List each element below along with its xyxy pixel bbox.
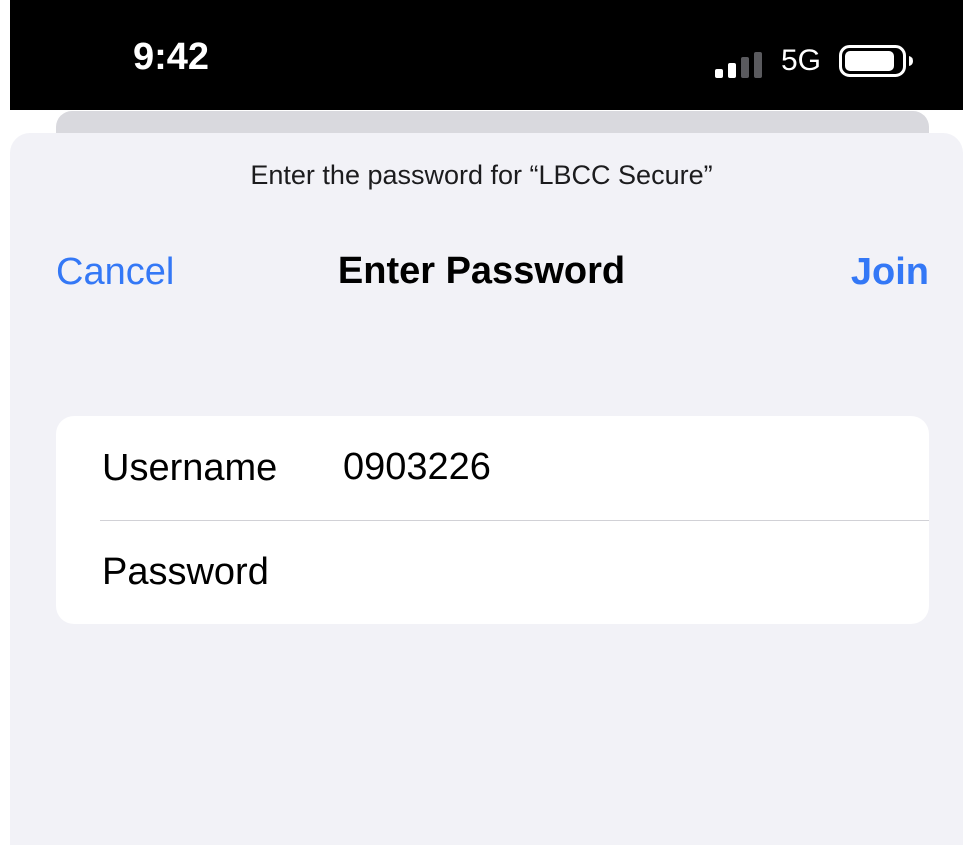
- page-title: Enter Password: [337, 250, 626, 292]
- password-sheet: Enter the password for “LBCC Secure” Can…: [10, 133, 963, 845]
- username-row[interactable]: Username: [56, 416, 929, 520]
- wifi-password-screen: 9:42 5G Enter the password for “LBCC Sec…: [0, 0, 963, 845]
- username-label: Username: [102, 447, 278, 489]
- network-type-label: 5G: [781, 44, 822, 77]
- credentials-form: Username Password: [56, 416, 929, 624]
- status-bar: 9:42 5G: [10, 0, 963, 110]
- battery-icon: [839, 45, 913, 77]
- cellular-signal-icon: [715, 52, 762, 78]
- network-prompt: Enter the password for “LBCC Secure”: [250, 160, 713, 190]
- status-time: 9:42: [133, 36, 210, 78]
- password-row[interactable]: Password: [56, 520, 929, 624]
- join-button[interactable]: Join: [851, 251, 929, 294]
- password-label: Password: [102, 551, 269, 593]
- password-field[interactable]: [343, 544, 903, 598]
- username-field[interactable]: [343, 440, 903, 494]
